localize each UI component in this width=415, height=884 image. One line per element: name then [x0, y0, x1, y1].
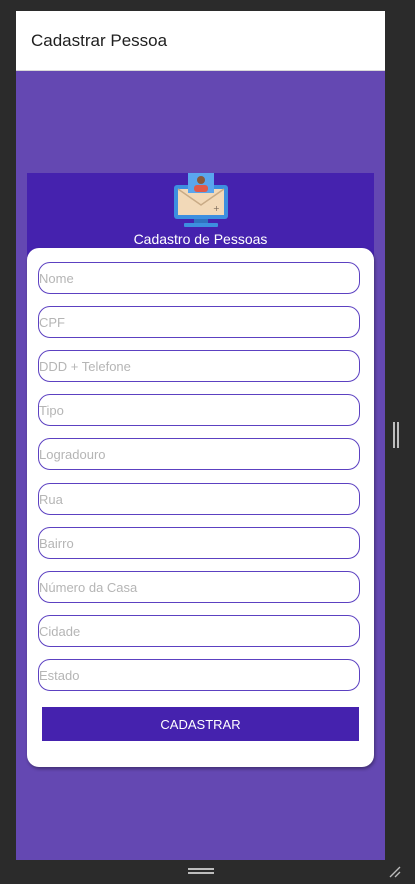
logradouro-input[interactable] — [38, 438, 360, 470]
nome-input[interactable] — [38, 262, 360, 294]
bottom-resize-handle[interactable] — [188, 868, 214, 874]
estado-input[interactable] — [38, 659, 360, 691]
registration-form: CADASTRAR — [27, 248, 374, 767]
person-monitor-icon: + — [174, 173, 228, 227]
tipo-input[interactable] — [38, 394, 360, 426]
header-banner: + Cadastro de Pessoas — [27, 173, 374, 257]
app-screen: Cadastrar Pessoa + Cadastro de Pessoas C… — [16, 11, 385, 860]
bairro-input[interactable] — [38, 527, 360, 559]
cpf-input[interactable] — [38, 306, 360, 338]
page-title: Cadastrar Pessoa — [31, 31, 168, 50]
app-bar: Cadastrar Pessoa — [16, 11, 385, 71]
cadastrar-button[interactable]: CADASTRAR — [42, 707, 359, 741]
numero-input[interactable] — [38, 571, 360, 603]
telefone-input[interactable] — [38, 350, 360, 382]
side-resize-handle[interactable] — [393, 422, 399, 448]
rua-input[interactable] — [38, 483, 360, 515]
resize-grip-icon[interactable] — [389, 866, 401, 878]
svg-text:+: + — [213, 204, 220, 213]
banner-title: Cadastro de Pessoas — [133, 231, 268, 247]
cidade-input[interactable] — [38, 615, 360, 647]
